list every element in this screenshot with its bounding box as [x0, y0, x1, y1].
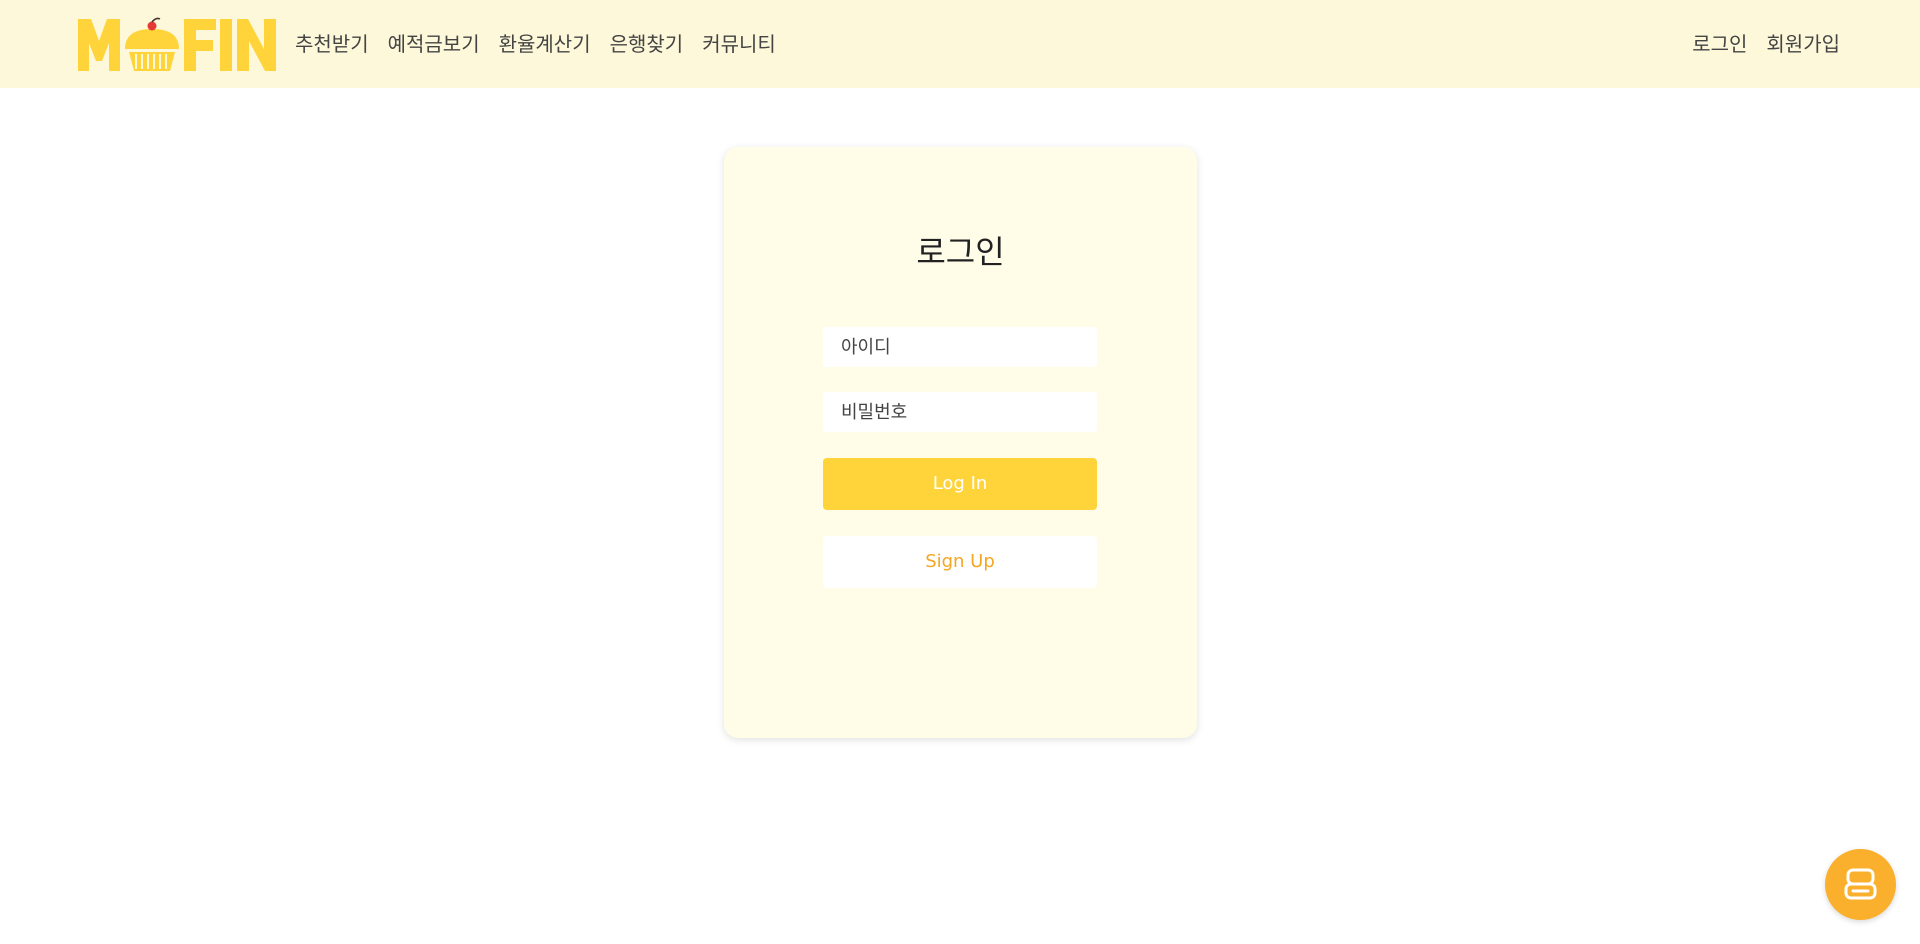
login-title: 로그인 [916, 233, 1005, 271]
main-nav: 추천받기 예적금보기 환율계산기 은행찾기 커뮤니티 [295, 27, 776, 61]
signup-button[interactable]: Sign Up [823, 536, 1097, 588]
nav-item-deposits[interactable]: 예적금보기 [388, 27, 480, 61]
nav-item-recommend[interactable]: 추천받기 [295, 27, 369, 61]
chatbot-button[interactable] [1825, 849, 1896, 920]
username-input[interactable] [823, 327, 1097, 367]
robot-icon [1844, 868, 1877, 900]
top-navbar: 추천받기 예적금보기 환율계산기 은행찾기 커뮤니티 로그인 회원가입 [0, 0, 1920, 88]
password-input[interactable] [823, 392, 1097, 432]
header-signup-link[interactable]: 회원가입 [1766, 27, 1840, 61]
auth-links: 로그인 회원가입 [1692, 27, 1840, 61]
nav-item-community[interactable]: 커뮤니티 [702, 27, 776, 61]
login-button[interactable]: Log In [823, 458, 1097, 510]
mufin-logo[interactable] [78, 17, 276, 73]
nav-item-find-bank[interactable]: 은행찾기 [610, 27, 684, 61]
nav-item-exchange-calculator[interactable]: 환율계산기 [499, 27, 591, 61]
header-login-link[interactable]: 로그인 [1692, 27, 1747, 61]
login-card: 로그인 Log In Sign Up [724, 147, 1197, 738]
